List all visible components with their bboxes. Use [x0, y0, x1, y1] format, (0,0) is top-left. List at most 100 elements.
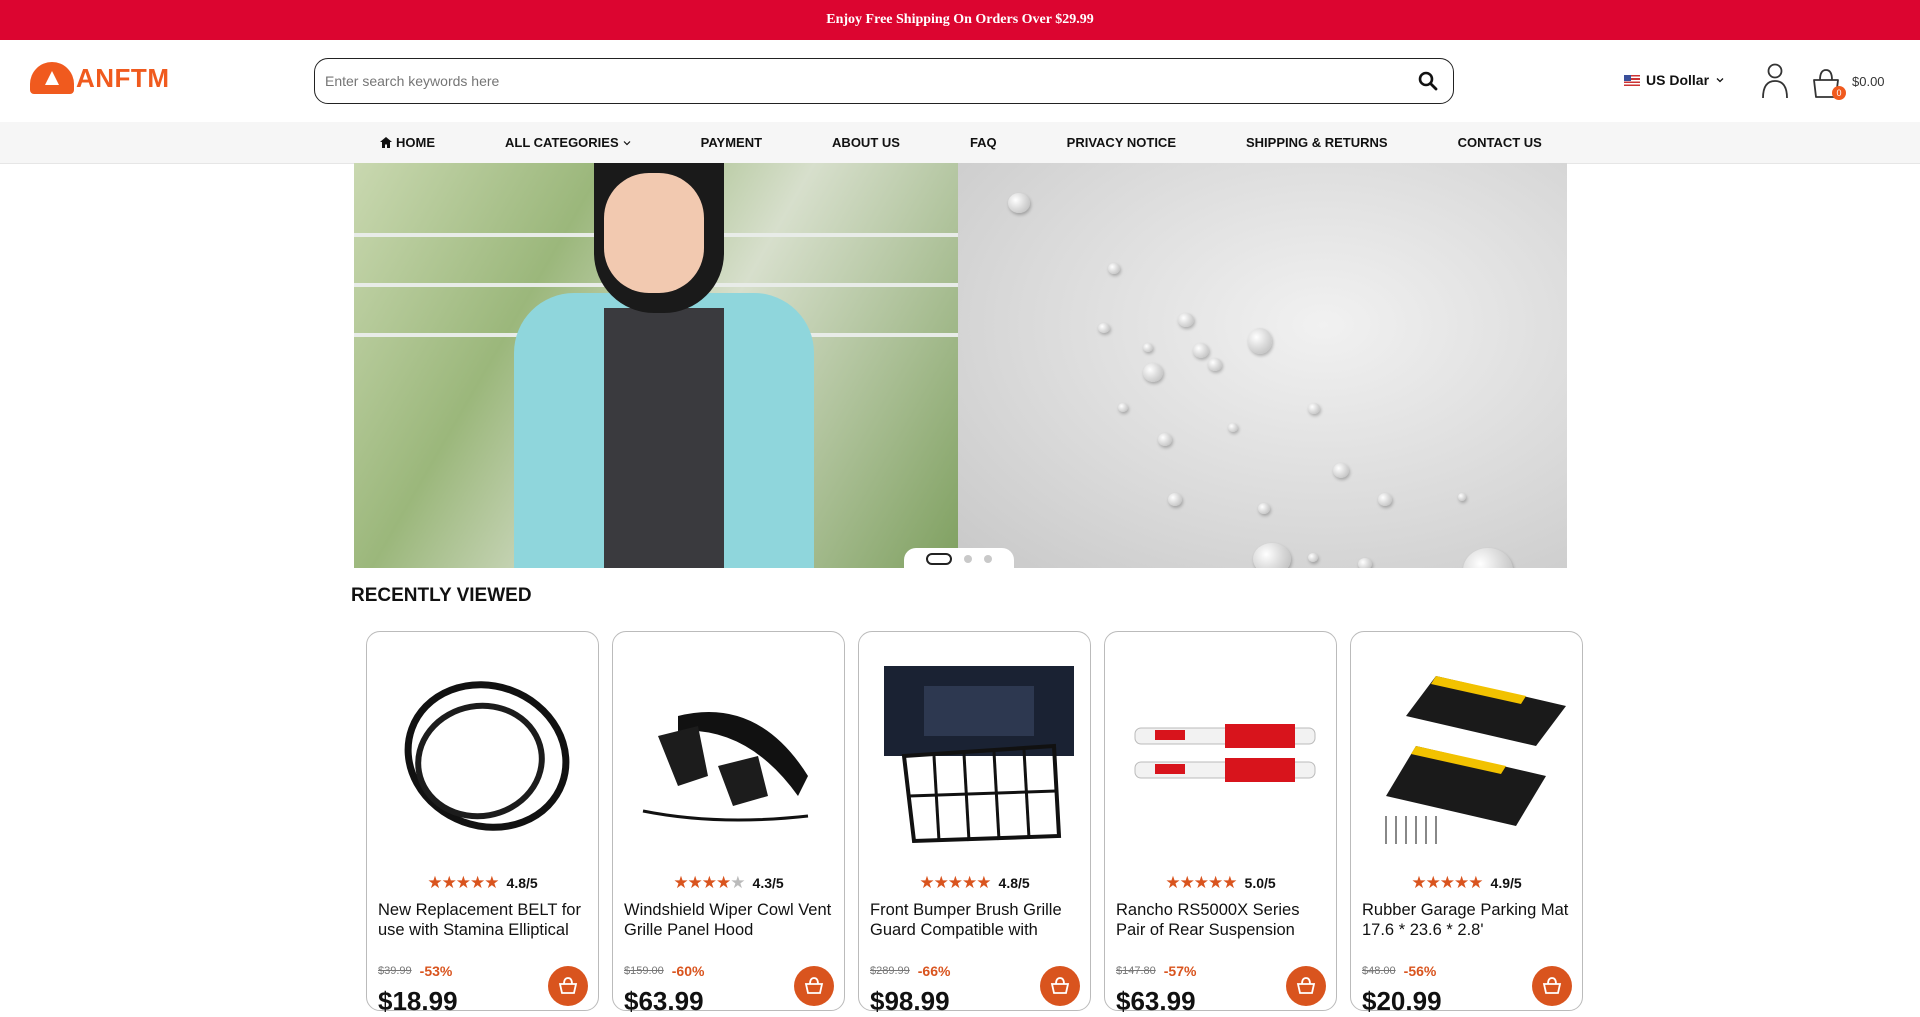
product-rating: ★★★★★ 4.8/5: [367, 873, 598, 893]
original-price: $48.00: [1362, 965, 1396, 977]
search-input[interactable]: [325, 73, 1413, 89]
price-row: $147.80 -57%: [1116, 963, 1196, 979]
carousel-dot[interactable]: [984, 555, 992, 563]
add-to-cart-button[interactable]: [1532, 966, 1572, 1006]
sale-price: $18.99: [378, 986, 458, 1016]
account-button[interactable]: [1760, 62, 1790, 100]
cart-button[interactable]: 0: [1810, 66, 1846, 100]
logo-text: ANFTM: [76, 62, 170, 93]
price-row: $289.99 -66%: [870, 963, 950, 979]
product-rating: ★★★★★ 4.9/5: [1351, 873, 1582, 893]
original-price: $147.80: [1116, 965, 1156, 977]
cart-icon: [1296, 977, 1316, 994]
discount-badge: -66%: [917, 963, 951, 979]
nav-label: ABOUT US: [832, 135, 900, 150]
star-rating-icon: ★★★★★: [673, 873, 745, 892]
nav-home[interactable]: HOME: [380, 135, 435, 150]
carousel-dots: [904, 548, 1014, 570]
product-card[interactable]: ★★★★★ 5.0/5 Rancho RS5000X Series Pair o…: [1104, 631, 1337, 1016]
discount-badge: -60%: [671, 963, 705, 979]
hero-carousel[interactable]: [354, 163, 1567, 568]
sale-price: $20.99: [1362, 986, 1442, 1016]
product-image-shocks[interactable]: [1130, 666, 1320, 846]
discount-badge: -57%: [1163, 963, 1197, 979]
product-card[interactable]: ★★★★★ 4.3/5 Windshield Wiper Cowl Vent G…: [612, 631, 845, 1016]
price-row: $39.99 -53%: [378, 963, 452, 979]
nav-label: PAYMENT: [700, 135, 763, 150]
product-title[interactable]: Rubber Garage Parking Mat 17.6 * 23.6 * …: [1362, 900, 1574, 940]
product-rating: ★★★★★ 4.8/5: [859, 873, 1090, 893]
add-to-cart-button[interactable]: [1286, 966, 1326, 1006]
nav-shipping-returns[interactable]: SHIPPING & RETURNS: [1246, 135, 1388, 150]
search-button[interactable]: [1413, 66, 1443, 96]
product-card[interactable]: ★★★★★ 4.9/5 Rubber Garage Parking Mat 17…: [1350, 631, 1583, 1016]
original-price: $39.99: [378, 965, 412, 977]
star-rating-icon: ★★★★★: [919, 873, 991, 892]
recently-viewed-heading: RECENTLY VIEWED: [351, 585, 532, 606]
price-row: $159.00 -60%: [624, 963, 704, 979]
rating-value: 4.8/5: [506, 875, 538, 891]
logo-mark-icon: [30, 62, 74, 94]
original-price: $159.00: [624, 965, 664, 977]
hero-photo-person: [354, 163, 958, 568]
cart-icon: [804, 977, 824, 994]
product-image-grille-guard[interactable]: [884, 666, 1074, 846]
user-icon: [1762, 63, 1788, 99]
product-card[interactable]: ★★★★★ 4.8/5 New Replacement BELT for use…: [366, 631, 599, 1016]
rating-value: 4.9/5: [1490, 875, 1522, 891]
rating-value: 4.8/5: [998, 875, 1030, 891]
product-title[interactable]: Front Bumper Brush Grille Guard Compatib…: [870, 900, 1082, 940]
carousel-dot[interactable]: [926, 553, 952, 565]
sale-price: $63.99: [1116, 986, 1196, 1016]
product-list: ★★★★★ 4.8/5 New Replacement BELT for use…: [366, 631, 1583, 1016]
cart-count-badge: 0: [1832, 86, 1846, 100]
site-header: ANFTM US Dollar 0 $0.00: [0, 40, 1920, 122]
announcement-bar: Enjoy Free Shipping On Orders Over $29.9…: [0, 0, 1920, 40]
nav-privacy-notice[interactable]: PRIVACY NOTICE: [1067, 135, 1176, 150]
star-rating-icon: ★★★★★: [427, 873, 499, 892]
product-title[interactable]: Windshield Wiper Cowl Vent Grille Panel …: [624, 900, 836, 940]
add-to-cart-button[interactable]: [1040, 966, 1080, 1006]
currency-selector[interactable]: US Dollar: [1624, 72, 1725, 88]
discount-badge: -56%: [1403, 963, 1437, 979]
sale-price: $98.99: [870, 986, 950, 1016]
product-image-cowl-panel[interactable]: [638, 666, 828, 846]
search-bar: [314, 58, 1454, 104]
product-rating: ★★★★★ 4.3/5: [613, 873, 844, 893]
product-image-parking-mat[interactable]: [1376, 666, 1566, 846]
nav-contact-us[interactable]: CONTACT US: [1458, 135, 1542, 150]
logo[interactable]: ANFTM: [30, 62, 169, 94]
search-icon: [1418, 71, 1438, 91]
nav-faq[interactable]: FAQ: [970, 135, 997, 150]
cart-total[interactable]: $0.00: [1852, 74, 1885, 89]
product-rating: ★★★★★ 5.0/5: [1105, 873, 1336, 893]
product-title[interactable]: Rancho RS5000X Series Pair of Rear Suspe…: [1116, 900, 1328, 940]
discount-badge: -53%: [419, 963, 453, 979]
cart-icon: [1050, 977, 1070, 994]
nav-payment[interactable]: PAYMENT: [701, 135, 762, 150]
add-to-cart-button[interactable]: [548, 966, 588, 1006]
nav-label: ALL CATEGORIES: [505, 135, 619, 150]
nav-label: HOME: [396, 135, 435, 150]
carousel-dot[interactable]: [964, 555, 972, 563]
cart-icon: [558, 977, 578, 994]
sale-price: $63.99: [624, 986, 704, 1016]
product-card[interactable]: ★★★★★ 4.8/5 Front Bumper Brush Grille Gu…: [858, 631, 1091, 1016]
product-image-belt[interactable]: [392, 666, 582, 846]
rating-value: 4.3/5: [752, 875, 784, 891]
nav-label: CONTACT US: [1457, 135, 1542, 150]
nav-label: FAQ: [969, 135, 997, 150]
rating-value: 5.0/5: [1244, 875, 1276, 891]
chevron-down-icon: [623, 140, 631, 145]
currency-label: US Dollar: [1646, 72, 1710, 88]
product-title[interactable]: New Replacement BELT for use with Stamin…: [378, 900, 590, 940]
nav-about-us[interactable]: ABOUT US: [832, 135, 900, 150]
nav-all-categories[interactable]: ALL CATEGORIES: [505, 135, 631, 150]
chevron-down-icon: [1716, 78, 1724, 83]
nav-label: PRIVACY NOTICE: [1066, 135, 1176, 150]
original-price: $289.99: [870, 965, 910, 977]
main-nav: HOME ALL CATEGORIES PAYMENT ABOUT US FAQ…: [0, 122, 1920, 164]
star-rating-icon: ★★★★★: [1411, 873, 1483, 892]
hero-photo-water-droplets: [958, 163, 1567, 568]
add-to-cart-button[interactable]: [794, 966, 834, 1006]
